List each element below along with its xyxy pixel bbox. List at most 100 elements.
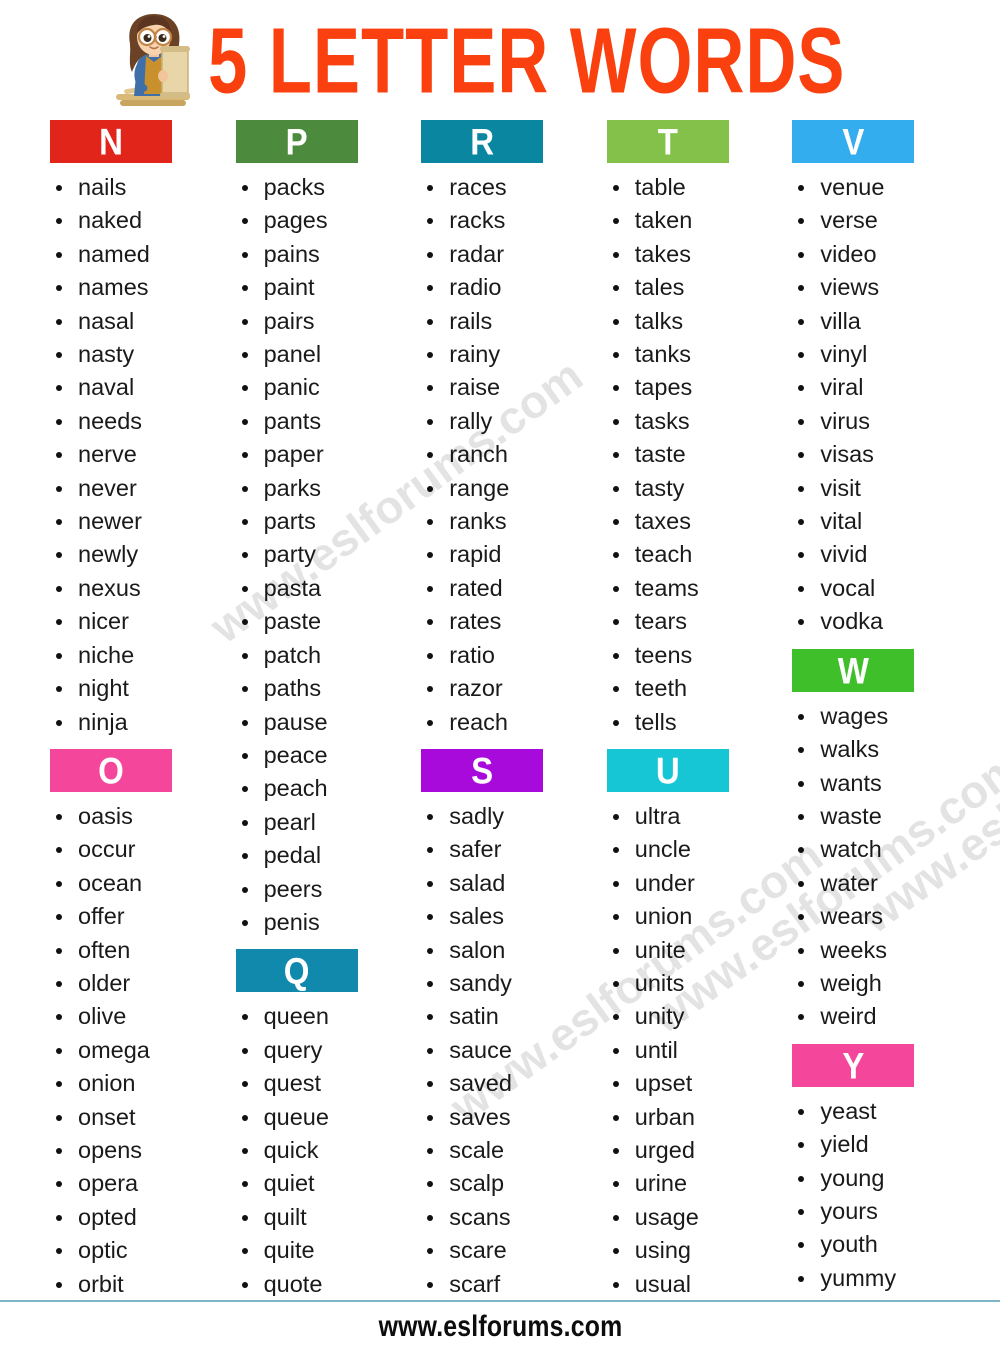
list-item: wages (782, 700, 962, 733)
list-item: tasty (597, 472, 777, 505)
list-item: unity (597, 1000, 777, 1033)
letter-label-n: N (99, 120, 123, 163)
list-item: rates (411, 605, 591, 638)
list-item: ocean (40, 867, 220, 900)
letter-label-w: W (837, 649, 869, 691)
word-list-r: races racks radar radio rails rainy rais… (411, 171, 591, 739)
list-item: tells (597, 706, 777, 739)
word-list-v: venue verse video views villa vinyl vira… (782, 171, 962, 639)
list-item: uncle (597, 833, 777, 866)
list-item: vocal (782, 572, 962, 605)
list-item: young (782, 1162, 962, 1195)
list-item: saved (411, 1067, 591, 1100)
list-item: yeast (782, 1095, 962, 1128)
list-item: weigh (782, 967, 962, 1000)
list-item: tears (597, 605, 777, 638)
list-item: patch (226, 639, 406, 672)
list-item: yummy (782, 1262, 962, 1295)
list-item: night (40, 672, 220, 705)
list-item: optic (40, 1234, 220, 1267)
list-item: opera (40, 1167, 220, 1200)
list-item: salad (411, 867, 591, 900)
list-item: tasks (597, 405, 777, 438)
list-item: teach (597, 538, 777, 571)
list-item: taste (597, 438, 777, 471)
word-list-p: packs pages pains paint pairs panel pani… (226, 171, 406, 939)
letter-label-r: R (470, 120, 495, 163)
list-item: units (597, 967, 777, 1000)
list-item: vinyl (782, 338, 962, 371)
list-item: scans (411, 1201, 591, 1234)
list-item: quiet (226, 1167, 406, 1200)
list-item: visit (782, 472, 962, 505)
letter-label-v: V (842, 120, 865, 163)
letter-label-o: O (98, 749, 124, 792)
list-item: quest (226, 1067, 406, 1100)
word-list-t: table taken takes tales talks tanks tape… (597, 171, 777, 739)
list-item: urine (597, 1167, 777, 1200)
list-item: yours (782, 1195, 962, 1228)
list-item: urban (597, 1101, 777, 1134)
letter-header-u: U (606, 748, 729, 792)
list-item: queen (226, 1000, 406, 1033)
list-item: walks (782, 733, 962, 766)
letter-label-u: U (655, 749, 680, 792)
list-item: scalp (411, 1167, 591, 1200)
list-item: parks (226, 472, 406, 505)
list-item: opens (40, 1134, 220, 1167)
list-item: youth (782, 1228, 962, 1261)
list-item: pasta (226, 572, 406, 605)
list-item: waste (782, 800, 962, 833)
list-item: pages (226, 204, 406, 237)
list-item: nails (40, 171, 220, 204)
list-item: until (597, 1034, 777, 1067)
list-item: unite (597, 934, 777, 967)
list-item: paper (226, 438, 406, 471)
section-r: R races racks radar radio rails rainy ra… (411, 120, 591, 739)
list-item: yield (782, 1128, 962, 1161)
list-item: teeth (597, 672, 777, 705)
list-item: wants (782, 767, 962, 800)
list-item: naked (40, 204, 220, 237)
list-item: rated (411, 572, 591, 605)
list-item: rails (411, 305, 591, 338)
list-item: paths (226, 672, 406, 705)
list-item: oasis (40, 800, 220, 833)
list-item: tapes (597, 371, 777, 404)
list-item: paint (226, 271, 406, 304)
list-item: offer (40, 900, 220, 933)
list-item: quite (226, 1234, 406, 1267)
word-columns: N nails naked named names nasal nasty na… (0, 120, 1000, 1302)
list-item: scare (411, 1234, 591, 1267)
list-item: sauce (411, 1034, 591, 1067)
list-item: urged (597, 1134, 777, 1167)
list-item: parts (226, 505, 406, 538)
list-item: packs (226, 171, 406, 204)
word-list-n: nails naked named names nasal nasty nava… (40, 171, 220, 739)
list-item: satin (411, 1000, 591, 1033)
letter-label-t: T (657, 120, 678, 163)
list-item: rapid (411, 538, 591, 571)
column-1: N nails naked named names nasal nasty na… (40, 120, 226, 1301)
list-item: olive (40, 1000, 220, 1033)
list-item: raise (411, 371, 591, 404)
list-item: villa (782, 305, 962, 338)
list-item: teams (597, 572, 777, 605)
list-item: usage (597, 1201, 777, 1234)
list-item: sadly (411, 800, 591, 833)
list-item: viral (782, 371, 962, 404)
list-item: virus (782, 405, 962, 438)
section-s: S sadly safer salad sales salon sandy sa… (411, 748, 591, 1301)
list-item: vital (782, 505, 962, 538)
list-item: peach (226, 772, 406, 805)
letter-header-s: S (421, 748, 544, 792)
list-item: wears (782, 900, 962, 933)
section-u: U ultra uncle under union unite units un… (597, 748, 777, 1301)
list-item: takes (597, 238, 777, 271)
letter-header-n: N (50, 120, 172, 163)
section-y: Y yeast yield young yours youth yummy (782, 1043, 962, 1295)
list-item: ultra (597, 800, 777, 833)
list-item: under (597, 867, 777, 900)
list-item: occur (40, 833, 220, 866)
section-v: V venue verse video views villa vinyl vi… (782, 120, 962, 639)
